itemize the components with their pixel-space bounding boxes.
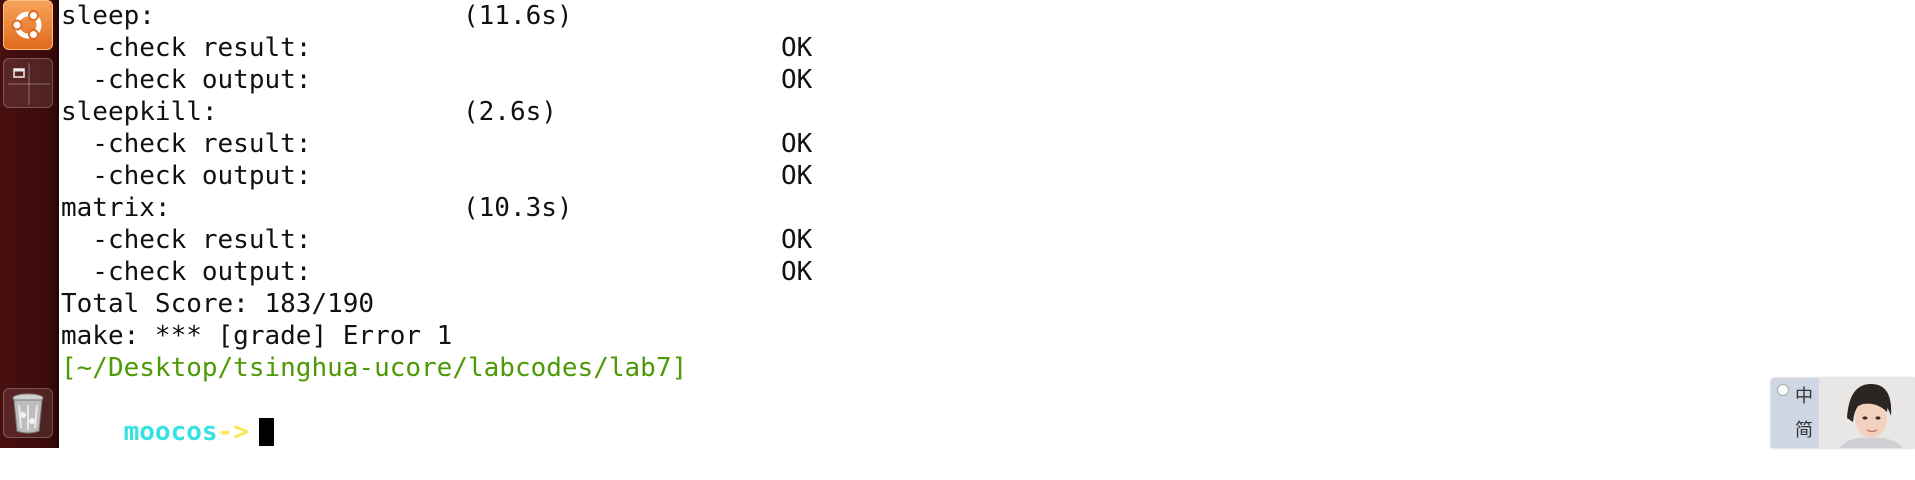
output-status: OK: [781, 257, 813, 287]
output-label: matrix:: [61, 193, 171, 223]
shell-prompt[interactable]: moocos->: [61, 384, 274, 447]
output-line: sleepkill: (2.6s): [61, 96, 557, 128]
output-line: sleep: (11.6s): [61, 0, 573, 32]
text-cursor: [258, 418, 274, 446]
trash-icon: [12, 393, 44, 434]
ime-skin-avatar: [1819, 378, 1915, 448]
output-line: -check output: OK: [61, 256, 812, 288]
ime-script-toggle[interactable]: 简: [1795, 416, 1813, 442]
output-line: -check result: OK: [61, 128, 812, 160]
output-label: -check result:: [61, 225, 312, 255]
output-status: OK: [781, 225, 813, 255]
output-label: -check output:: [61, 65, 312, 95]
output-status: OK: [781, 129, 813, 159]
output-status: OK: [781, 33, 813, 63]
output-label: -check output:: [61, 257, 312, 287]
prompt-arrow: ->: [217, 417, 249, 447]
output-label: -check output:: [61, 161, 312, 191]
workspace-icon: [8, 63, 50, 105]
output-line: -check output: OK: [61, 160, 812, 192]
output-line: -check result: OK: [61, 224, 812, 256]
output-label: -check result:: [61, 129, 312, 159]
output-status: OK: [781, 65, 813, 95]
make-error-line: make: *** [grade] Error 1: [61, 321, 453, 351]
output-label: sleepkill:: [61, 97, 218, 127]
output-line: -check output: OK: [61, 64, 812, 96]
ime-status-dot: [1777, 384, 1789, 396]
launcher: [0, 0, 59, 448]
ime-language-toggle[interactable]: 中: [1795, 382, 1813, 408]
current-directory: [~/Desktop/tsinghua-ucore/labcodes/lab7]: [61, 353, 688, 383]
output-label: -check result:: [61, 33, 312, 63]
output-duration: (10.3s): [463, 193, 573, 223]
output-duration: (11.6s): [463, 1, 573, 31]
output-status: OK: [781, 161, 813, 191]
terminal-output[interactable]: sleep: (11.6s) -check result: OK -check ou…: [61, 0, 1915, 448]
prompt-user: moocos: [123, 417, 218, 447]
trash-button[interactable]: [3, 388, 53, 438]
output-label: sleep:: [61, 1, 155, 31]
ime-keys: 中 简: [1771, 378, 1819, 448]
output-duration: (2.6s): [463, 97, 557, 127]
workspace-switcher-button[interactable]: [3, 58, 53, 108]
output-line: -check result: OK: [61, 32, 812, 64]
total-score-line: Total Score: 183/190: [61, 289, 375, 319]
output-line: matrix: (10.3s): [61, 192, 573, 224]
ubuntu-logo-icon: [11, 10, 42, 40]
input-method-widget[interactable]: 中 简: [1771, 378, 1915, 448]
dash-home-button[interactable]: [3, 0, 53, 50]
